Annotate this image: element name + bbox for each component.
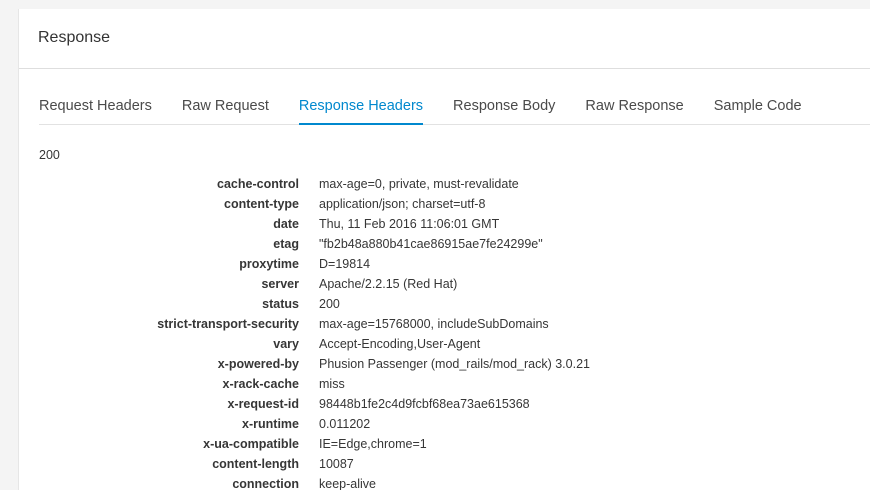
status-code: 200 <box>39 148 60 162</box>
header-row: status 200 <box>19 295 590 315</box>
header-value: IE=Edge,chrome=1 <box>319 437 427 451</box>
header-key: x-powered-by <box>217 357 299 371</box>
header-value: D=19814 <box>319 257 371 271</box>
header-key: server <box>261 277 299 291</box>
header-key: x-request-id <box>227 397 299 411</box>
header-row: x-request-id 98448b1fe2c4d9fcbf68ea73ae6… <box>19 395 590 415</box>
header-value: Accept-Encoding,User-Agent <box>319 337 481 351</box>
header-row: x-rack-cache miss <box>19 375 590 395</box>
header-key: x-rack-cache <box>222 377 299 391</box>
header-row: strict-transport-security max-age=157680… <box>19 315 590 335</box>
header-value: miss <box>319 377 345 391</box>
header-key: cache-control <box>217 177 299 191</box>
header-key: content-type <box>224 197 299 211</box>
header-value: Apache/2.2.15 (Red Hat) <box>319 277 458 291</box>
header-value: 10087 <box>319 457 354 471</box>
header-row: cache-control max-age=0, private, must-r… <box>19 175 590 195</box>
header-row: server Apache/2.2.15 (Red Hat) <box>19 275 590 295</box>
header-key: proxytime <box>239 257 299 271</box>
response-tabs: Request Headers Raw Request Response Hea… <box>39 87 870 125</box>
tab-response-body[interactable]: Response Body <box>453 87 555 125</box>
header-value: "fb2b48a880b41cae86915ae7fe24299e" <box>319 237 543 251</box>
header-key: status <box>262 297 299 311</box>
header-row: proxytime D=19814 <box>19 255 590 275</box>
header-key: vary <box>273 337 299 351</box>
header-row: content-length 10087 <box>19 455 590 475</box>
header-value: Thu, 11 Feb 2016 11:06:01 GMT <box>319 217 500 231</box>
header-key: x-runtime <box>242 417 299 431</box>
header-row: content-type application/json; charset=u… <box>19 195 590 215</box>
header-row: x-ua-compatible IE=Edge,chrome=1 <box>19 435 590 455</box>
header-key: etag <box>273 237 299 251</box>
header-value: 98448b1fe2c4d9fcbf68ea73ae615368 <box>319 397 530 411</box>
header-key: strict-transport-security <box>157 317 299 331</box>
header-value: max-age=15768000, includeSubDomains <box>319 317 549 331</box>
tab-sample-code[interactable]: Sample Code <box>714 87 802 125</box>
header-value: max-age=0, private, must-revalidate <box>319 177 519 191</box>
header-row: etag "fb2b48a880b41cae86915ae7fe24299e" <box>19 235 590 255</box>
header-value: 0.011202 <box>319 417 371 431</box>
header-value: application/json; charset=utf-8 <box>319 197 486 211</box>
header-key: connection <box>232 477 299 490</box>
header-row: x-powered-by Phusion Passenger (mod_rail… <box>19 355 590 375</box>
response-headers-list: cache-control max-age=0, private, must-r… <box>19 175 590 490</box>
header-value: 200 <box>319 297 340 311</box>
tab-response-headers[interactable]: Response Headers <box>298 87 424 125</box>
header-key: date <box>273 217 299 231</box>
header-value: keep-alive <box>319 477 376 490</box>
panel-title: Response <box>38 29 111 46</box>
header-row: date Thu, 11 Feb 2016 11:06:01 GMT <box>19 215 590 235</box>
header-row: x-runtime 0.011202 <box>19 415 590 435</box>
header-key: x-ua-compatible <box>203 437 299 451</box>
panel-header: Response <box>19 9 870 69</box>
tab-request-headers[interactable]: Request Headers <box>39 87 152 125</box>
tab-raw-request[interactable]: Raw Request <box>182 87 269 125</box>
header-value: Phusion Passenger (mod_rails/mod_rack) 3… <box>319 357 590 371</box>
header-row: connection keep-alive <box>19 475 590 490</box>
tab-raw-response[interactable]: Raw Response <box>585 87 683 125</box>
header-row: vary Accept-Encoding,User-Agent <box>19 335 590 355</box>
header-key: content-length <box>212 457 299 471</box>
response-panel: Response Request Headers Raw Request Res… <box>18 9 870 490</box>
